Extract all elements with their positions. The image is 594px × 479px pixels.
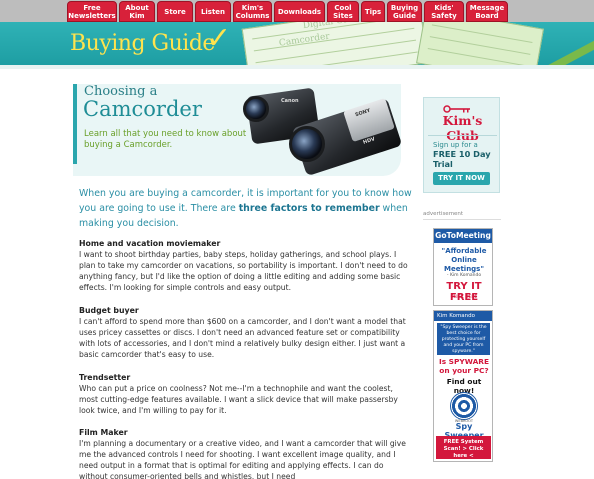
gotomeeting-attribution: - Kim Komando bbox=[446, 273, 482, 278]
target-icon bbox=[450, 392, 478, 420]
notepad-decoration: Digital Cam Camcorder bbox=[241, 22, 429, 65]
section-body: I want to shoot birthday parties, baby s… bbox=[79, 250, 408, 292]
kims-club-promo[interactable]: Kim's Club Sign up for a FREE 10 Day Tri… bbox=[423, 97, 500, 193]
kims-club-title: Kim's Club bbox=[442, 113, 483, 143]
free-system-scan-button[interactable]: FREE System Scan! > Click here < bbox=[436, 436, 491, 459]
advertisement-label: advertisement bbox=[423, 211, 464, 217]
section-body: Who can put a price on coolness? Not me-… bbox=[79, 384, 398, 415]
checklist-decoration bbox=[416, 22, 544, 65]
section-trendsetter: Trendsetter Who can put a price on cooln… bbox=[79, 372, 409, 416]
spy-ad-header: Kim Komando says... bbox=[434, 311, 492, 329]
nav-tab-kims-columns[interactable]: Kim's Columns bbox=[233, 1, 272, 22]
top-navigation: Free Newsletters About Kim Store Listen … bbox=[0, 0, 594, 22]
spy-sweeper-ad[interactable]: Kim Komando says... "Spy Sweeper is the … bbox=[433, 310, 493, 462]
nav-tab-tips[interactable]: Tips bbox=[361, 1, 385, 22]
gotomeeting-logo: GoToMeeting bbox=[434, 229, 492, 243]
try-it-now-button[interactable]: TRY IT NOW bbox=[433, 172, 490, 185]
gotomeeting-quote: "Affordable Online Meetings" bbox=[441, 247, 487, 273]
intro-emphasis: three factors to remember bbox=[238, 203, 380, 214]
page-banner: Digital Cam Camcorder Buying Guide ✓ bbox=[0, 22, 594, 65]
section-title: Budget buyer bbox=[79, 306, 139, 315]
section-film-maker: Film Maker I'm planning a documentary or… bbox=[79, 427, 409, 479]
spy-ad-question: Is SPYWARE on your PC? bbox=[438, 357, 490, 375]
nav-tab-cool-sites[interactable]: Cool Sites bbox=[327, 1, 359, 22]
nav-tab-downloads[interactable]: Downloads bbox=[274, 1, 325, 22]
nav-tab-buying-guide[interactable]: Buying Guide bbox=[387, 1, 422, 22]
section-budget-buyer: Budget buyer I can't afford to spend mor… bbox=[79, 305, 409, 360]
section-body: I can't afford to spend more than $600 o… bbox=[79, 317, 406, 359]
checkmark-icon: ✓ bbox=[206, 22, 232, 56]
nav-tab-listen[interactable]: Listen bbox=[195, 1, 231, 22]
section-title: Home and vacation moviemaker bbox=[79, 239, 221, 248]
page-title: Buying Guide bbox=[70, 31, 215, 56]
hero-title: Camcorder bbox=[83, 97, 202, 121]
section-title: Trendsetter bbox=[79, 373, 131, 382]
intro-paragraph: When you are buying a camcorder, it is i… bbox=[79, 188, 412, 229]
spy-ad-quote: "Spy Sweeper is the best choice for prot… bbox=[437, 323, 490, 355]
nav-tab-about-kim[interactable]: About Kim bbox=[119, 1, 155, 22]
nav-tab-kids-safety[interactable]: Kids' Safety bbox=[424, 1, 464, 22]
section-home-vacation: Home and vacation moviemaker I want to s… bbox=[79, 238, 409, 293]
gotomeeting-ad[interactable]: GoToMeeting "Affordable Online Meetings"… bbox=[433, 228, 493, 306]
camcorder-image: Canon SONY HDV bbox=[243, 86, 403, 177]
section-body: I'm planning a documentary or a creative… bbox=[79, 439, 406, 479]
section-title: Film Maker bbox=[79, 428, 128, 437]
camcorder-brand-label: Canon bbox=[281, 98, 299, 104]
nav-tab-store[interactable]: Store bbox=[157, 1, 193, 22]
nav-tab-free-newsletters[interactable]: Free Newsletters bbox=[67, 1, 117, 22]
notepad-text: Digital Cam bbox=[302, 22, 358, 32]
hero-subtitle: Learn all that you need to know about bu… bbox=[84, 129, 247, 150]
click-here-link[interactable]: CLICK HERE bbox=[437, 295, 491, 300]
nav-tab-message-board[interactable]: Message Board bbox=[466, 1, 508, 22]
kims-club-offer: FREE 10 Day Trial bbox=[433, 149, 491, 169]
key-icon bbox=[443, 105, 470, 113]
kims-club-signup-text: Sign up for a bbox=[433, 141, 478, 149]
